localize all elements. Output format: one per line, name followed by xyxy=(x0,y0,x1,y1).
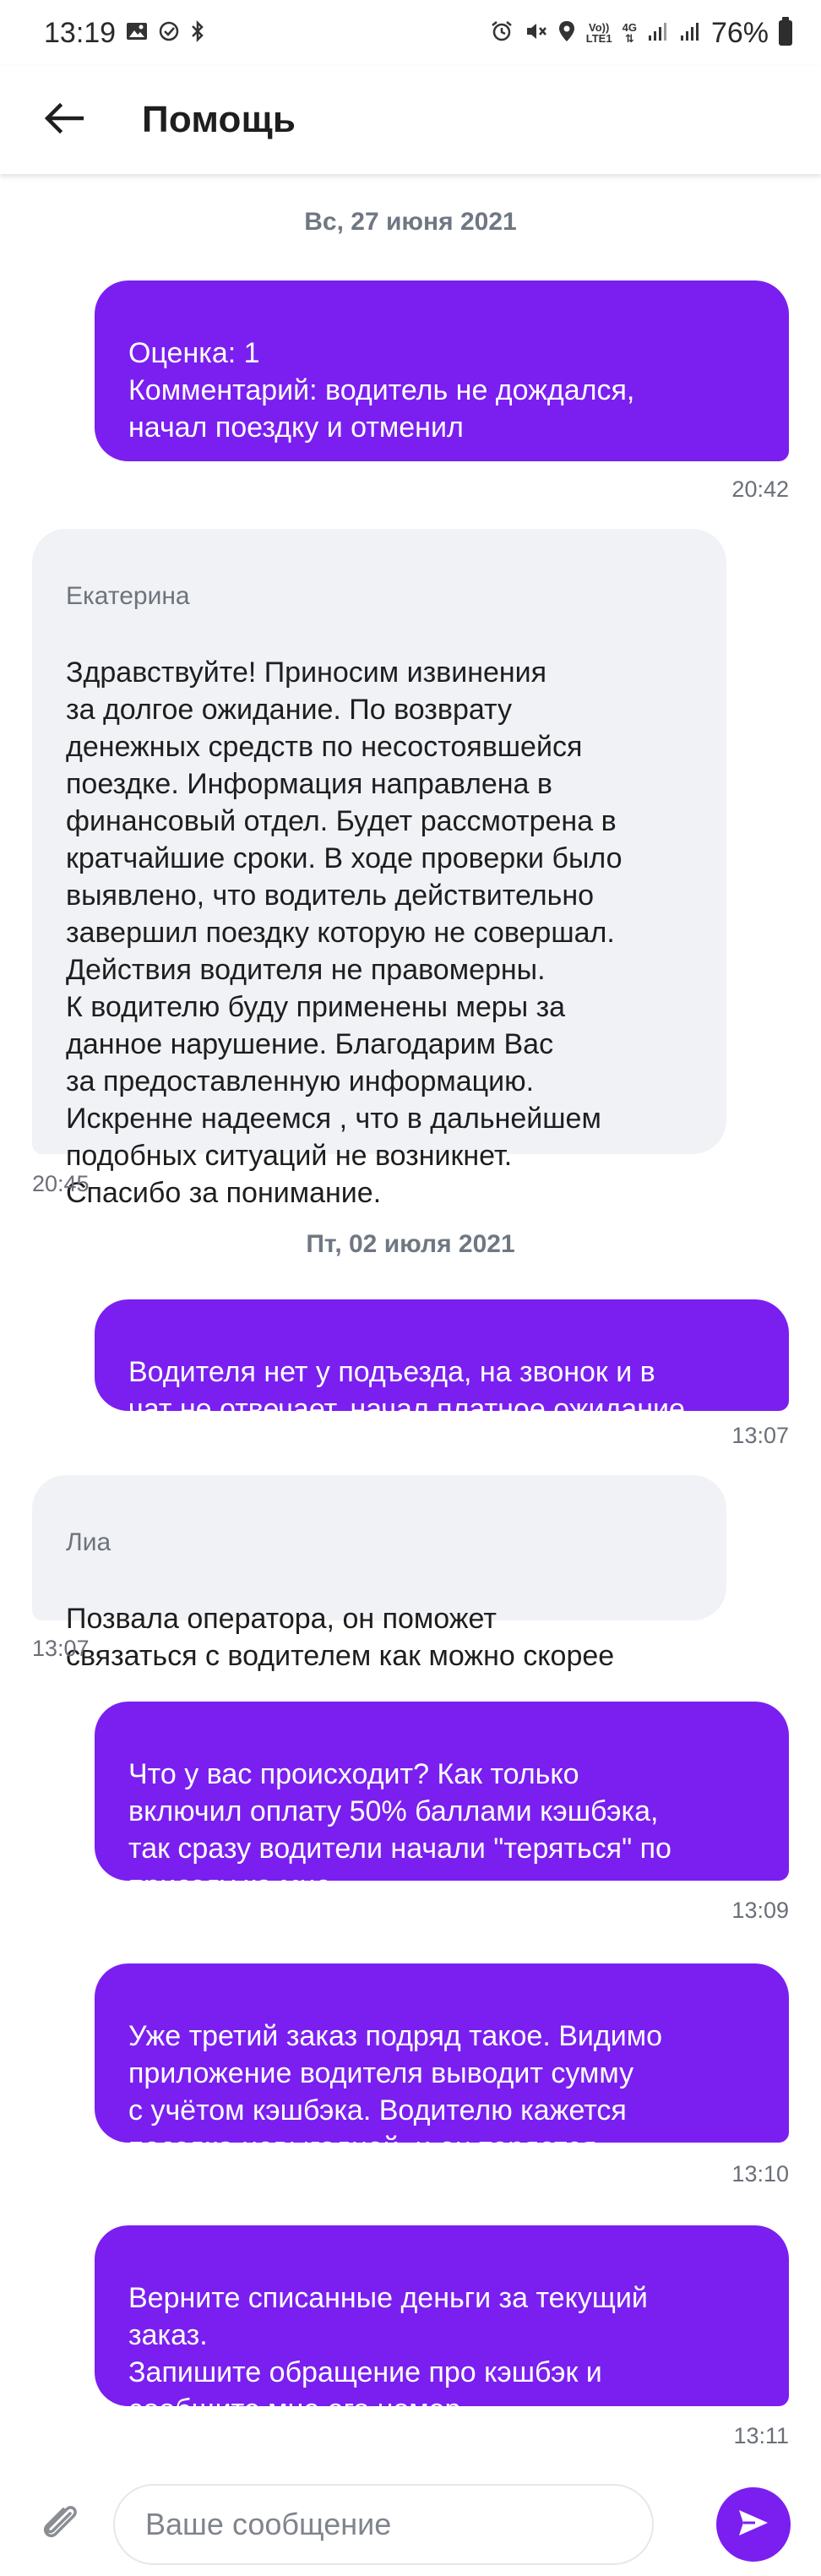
incoming-message[interactable]: Екатерина Здравствуйте! Приносим извинен… xyxy=(32,529,726,1209)
status-time: 13:19 xyxy=(44,16,117,49)
mute-icon xyxy=(524,19,547,46)
message-text: Верните списанные деньги за текущий зака… xyxy=(128,2282,648,2426)
attach-button[interactable] xyxy=(34,2497,88,2551)
message-time: 13:07 xyxy=(731,1423,789,1448)
network-4g-label: 4G xyxy=(622,21,637,34)
message-time: 20:42 xyxy=(731,477,789,502)
alarm-icon xyxy=(490,19,514,46)
battery-percent: 76% xyxy=(710,16,769,49)
status-right: Vo)) LTE1 4G ⇅ 76% xyxy=(490,17,792,50)
volte-icon: Vo)) LTE1 xyxy=(585,21,612,45)
bluetooth-icon xyxy=(190,19,205,46)
gallery-icon xyxy=(126,21,148,45)
back-button[interactable] xyxy=(39,95,90,145)
message-time: 13:09 xyxy=(731,1898,789,1923)
incoming-message[interactable]: Лиа Позвала оператора, он поможет связат… xyxy=(32,1475,726,1672)
message-time: 20:45 xyxy=(32,1171,90,1196)
outgoing-message[interactable]: Водителя нет у подъезда, на звонок и в ч… xyxy=(95,1299,789,1425)
4g-icon: 4G ⇅ xyxy=(622,21,637,45)
message-text: Что у вас происходит? Как только включил… xyxy=(128,1758,671,1902)
battery-icon xyxy=(779,17,792,46)
page-title: Помощь xyxy=(142,99,296,140)
signal-icon xyxy=(647,20,669,46)
sender-name: Екатерина xyxy=(66,582,190,610)
message-input[interactable] xyxy=(113,2484,654,2565)
sender-name: Лиа xyxy=(66,1528,111,1556)
arrow-left-icon xyxy=(44,102,84,138)
outgoing-message[interactable]: Верните списанные деньги за текущий зака… xyxy=(95,2225,789,2426)
outgoing-message[interactable]: Что у вас происходит? Как только включил… xyxy=(95,1702,789,1902)
location-icon xyxy=(557,19,576,46)
message-time: 13:11 xyxy=(733,2423,789,2448)
outgoing-message[interactable]: Оценка: 1 Комментарий: водитель не дожда… xyxy=(95,280,789,461)
paperclip-icon xyxy=(38,2500,84,2550)
message-text: Здравствуйте! Приносим извинения за долг… xyxy=(66,656,623,1209)
message-composer xyxy=(0,2472,821,2576)
chat-messages[interactable]: Вс, 27 июня 2021 Оценка: 1 Комментарий: … xyxy=(0,174,821,2472)
outgoing-message[interactable]: Уже третий заказ подряд такое. Видимо пр… xyxy=(95,1963,789,2164)
message-time: 13:07 xyxy=(32,1636,90,1661)
send-icon xyxy=(737,2508,770,2542)
status-bar: 13:19 Vo)) LTE1 4G ⇅ 76% xyxy=(0,0,821,66)
sync-icon xyxy=(158,20,180,46)
app-header: Помощь xyxy=(0,66,821,174)
message-text: Позвала оператора, он поможет связаться … xyxy=(66,1603,615,1672)
date-separator: Вс, 27 июня 2021 xyxy=(304,208,517,236)
message-text: Уже третий заказ подряд такое. Видимо пр… xyxy=(128,2020,663,2164)
date-separator: Пт, 02 июля 2021 xyxy=(306,1230,515,1258)
signal-icon xyxy=(679,20,701,46)
message-text: Оценка: 1 Комментарий: водитель не дожда… xyxy=(128,337,635,444)
status-left: 13:19 xyxy=(44,17,205,50)
message-time: 13:10 xyxy=(731,2161,789,2187)
send-button[interactable] xyxy=(716,2487,791,2562)
message-text: Водителя нет у подъезда, на звонок и в ч… xyxy=(128,1356,685,1425)
